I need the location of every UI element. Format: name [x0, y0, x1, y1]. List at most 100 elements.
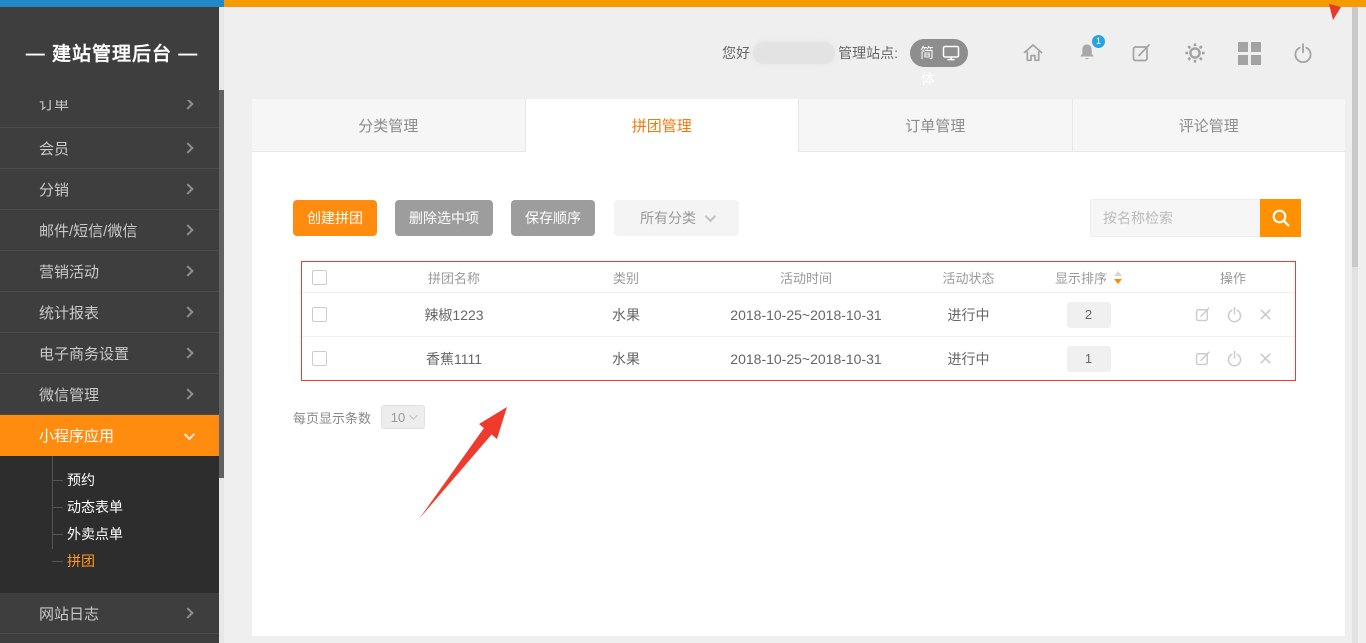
sidebar-scrollbar-thumb[interactable]	[219, 90, 224, 478]
sort-down-icon	[1114, 279, 1122, 284]
sort-up-icon	[1114, 271, 1122, 276]
sidebar-item-ecommerce-settings[interactable]: 电子商务设置	[0, 333, 224, 374]
sort-toggle[interactable]	[1114, 271, 1122, 284]
home-icon	[1021, 41, 1045, 65]
language-pill-label-2: 体	[921, 69, 935, 89]
group-buy-table: 拼团名称 类别 活动时间 活动状态 显示排序 操作 辣椒1223 水果 2018…	[301, 261, 1296, 381]
header-time: 活动时间	[681, 268, 931, 287]
chevron-right-icon	[182, 183, 193, 194]
pagination-bar: 每页显示条数 10	[293, 405, 425, 429]
language-pill-label: 简	[920, 43, 934, 63]
topbar: 您好 管理站点: 简 体 1	[224, 7, 1366, 99]
submenu-item-booking[interactable]: 预约	[0, 467, 224, 494]
search-bar	[1090, 199, 1301, 237]
miniprogram-submenu: 预约 动态表单 外卖点单 拼团	[0, 456, 224, 593]
toolbar: 创建拼团 删除选中项 保存顺序 所有分类	[293, 199, 1301, 237]
site-label: 管理站点:	[838, 43, 898, 63]
row-checkbox[interactable]	[312, 307, 327, 322]
cell-status: 进行中	[931, 349, 1006, 369]
cell-name: 香蕉1111	[337, 349, 571, 369]
chevron-right-icon	[182, 100, 193, 109]
save-order-button[interactable]: 保存顺序	[511, 200, 595, 236]
per-page-select[interactable]: 10	[381, 405, 425, 429]
search-button[interactable]	[1260, 199, 1301, 237]
logout-button[interactable]	[1290, 40, 1316, 66]
cell-category: 水果	[571, 349, 681, 369]
sidebar: — 建站管理后台 — 订单 会员 分销 邮件/短信/微信 营销活动 统计报表 电…	[0, 7, 224, 643]
submenu-item-takeout[interactable]: 外卖点单	[0, 521, 224, 548]
edit-row-icon[interactable]	[1193, 349, 1212, 368]
apps-grid-icon	[1238, 42, 1261, 65]
chevron-right-icon	[182, 607, 193, 618]
apps-button[interactable]	[1236, 40, 1262, 66]
sidebar-item-orders[interactable]: 订单	[0, 100, 224, 128]
create-group-buy-button[interactable]: 创建拼团	[293, 200, 377, 236]
category-filter-dropdown[interactable]: 所有分类	[614, 200, 739, 236]
search-icon	[1270, 207, 1292, 229]
chevron-right-icon	[182, 224, 193, 235]
sidebar-item-statistics[interactable]: 统计报表	[0, 292, 224, 333]
sidebar-menu: 订单 会员 分销 邮件/短信/微信 营销活动 统计报表 电子商务设置 微信管理	[0, 100, 224, 634]
cell-status: 进行中	[931, 305, 1006, 325]
delete-row-icon[interactable]	[1257, 306, 1274, 323]
greeting-text: 您好	[722, 43, 750, 63]
chevron-right-icon	[182, 347, 193, 358]
edit-row-icon[interactable]	[1193, 305, 1212, 324]
gear-icon	[1183, 41, 1207, 65]
language-switcher: 简 体	[910, 39, 968, 67]
app-title: — 建站管理后台 —	[0, 39, 224, 66]
disable-row-icon[interactable]	[1225, 305, 1244, 324]
tab-group-buy-management[interactable]: 拼团管理	[526, 99, 800, 152]
language-pill[interactable]: 简	[910, 39, 968, 67]
accent-bar-orange	[224, 0, 1366, 7]
chevron-down-icon	[409, 411, 417, 419]
sidebar-item-distribution[interactable]: 分销	[0, 169, 224, 210]
select-all-checkbox[interactable]	[312, 270, 327, 285]
main-panel: 分类管理 拼团管理 订单管理 评论管理 创建拼团 删除选中项 保存顺序 所有分类	[252, 99, 1345, 636]
tab-bar: 分类管理 拼团管理 订单管理 评论管理	[252, 99, 1345, 152]
table-row: 辣椒1223 水果 2018-10-25~2018-10-31 进行中 2	[302, 292, 1295, 336]
submenu-item-group-buy[interactable]: 拼团	[0, 548, 224, 575]
header-actions: 操作	[1171, 268, 1295, 287]
sidebar-item-marketing[interactable]: 营销活动	[0, 251, 224, 292]
sidebar-item-members[interactable]: 会员	[0, 128, 224, 169]
table-row: 香蕉1111 水果 2018-10-25~2018-10-31 进行中 1	[302, 336, 1295, 380]
sidebar-item-site-logs[interactable]: 网站日志	[0, 593, 224, 634]
chevron-right-icon	[182, 265, 193, 276]
cell-category: 水果	[571, 305, 681, 325]
chevron-right-icon	[182, 388, 193, 399]
sort-order-input[interactable]: 1	[1067, 346, 1111, 372]
notifications-button[interactable]: 1	[1074, 40, 1100, 66]
delete-selected-button[interactable]: 删除选中项	[395, 200, 493, 236]
power-icon	[1291, 41, 1315, 65]
tab-order-management[interactable]: 订单管理	[799, 99, 1073, 152]
sidebar-item-miniprogram-apps[interactable]: 小程序应用	[0, 415, 224, 456]
cell-time: 2018-10-25~2018-10-31	[681, 307, 931, 323]
chevron-right-icon	[182, 142, 193, 153]
cell-actions	[1171, 305, 1295, 324]
submenu-item-dynamic-form[interactable]: 动态表单	[0, 494, 224, 521]
search-input[interactable]	[1090, 199, 1260, 237]
sort-order-input[interactable]: 2	[1067, 302, 1111, 328]
delete-row-icon[interactable]	[1257, 350, 1274, 367]
header-sort: 显示排序	[1006, 268, 1171, 287]
cell-actions	[1171, 349, 1295, 368]
table-header-row: 拼团名称 类别 活动时间 活动状态 显示排序 操作	[302, 262, 1295, 292]
edit-icon	[1129, 41, 1153, 65]
per-page-label: 每页显示条数	[293, 408, 371, 427]
home-button[interactable]	[1020, 40, 1046, 66]
row-checkbox[interactable]	[312, 351, 327, 366]
sidebar-item-wechat-management[interactable]: 微信管理	[0, 374, 224, 415]
tab-comment-management[interactable]: 评论管理	[1073, 99, 1346, 152]
edit-button[interactable]	[1128, 40, 1154, 66]
monitor-icon	[942, 45, 960, 61]
username-redacted	[753, 42, 835, 64]
page-scrollbar-thumb[interactable]	[1352, 7, 1358, 267]
notification-badge: 1	[1092, 35, 1105, 48]
tab-category-management[interactable]: 分类管理	[252, 99, 526, 152]
sidebar-item-mail-sms-wechat[interactable]: 邮件/短信/微信	[0, 210, 224, 251]
chevron-down-icon	[705, 211, 716, 222]
header-status: 活动状态	[931, 268, 1006, 287]
settings-button[interactable]	[1182, 40, 1208, 66]
disable-row-icon[interactable]	[1225, 349, 1244, 368]
